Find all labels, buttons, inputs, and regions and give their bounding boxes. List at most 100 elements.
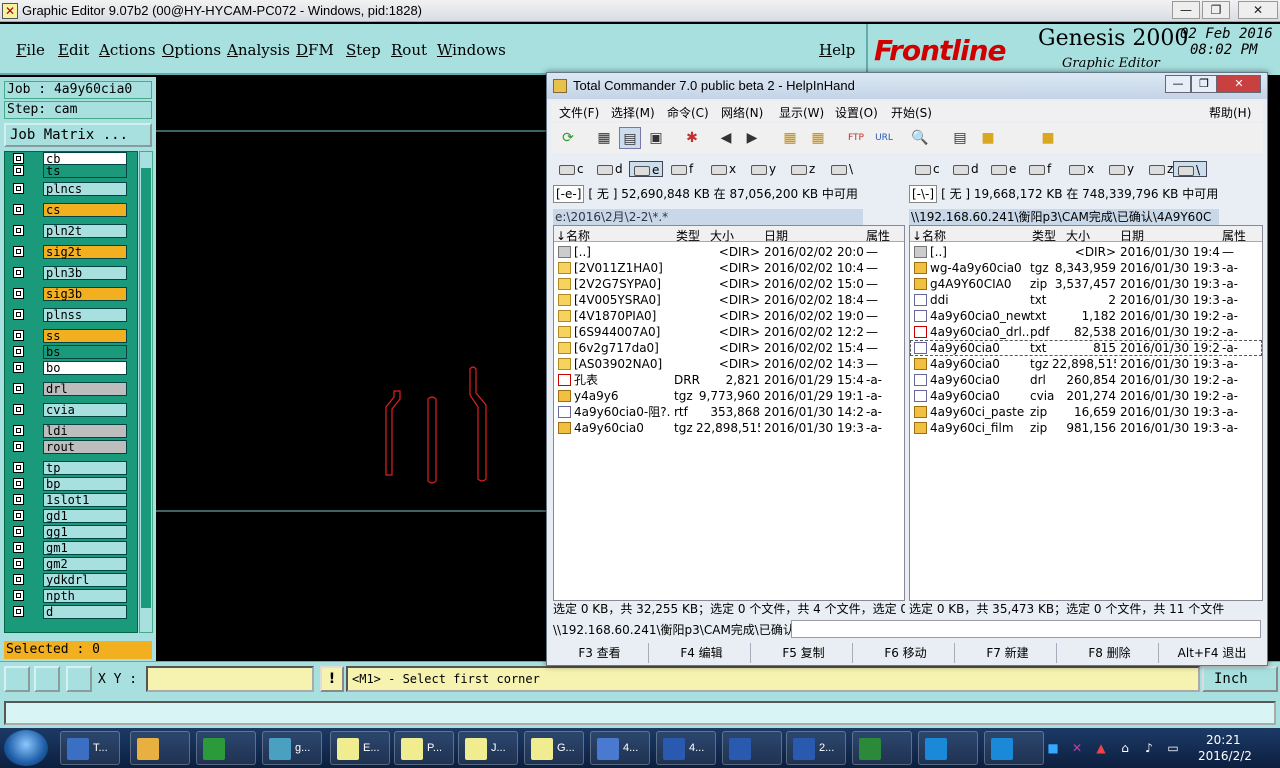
layer-checkbox[interactable] bbox=[13, 383, 24, 394]
layer-row-sig2t[interactable]: sig2t bbox=[7, 245, 127, 259]
layer-checkbox[interactable] bbox=[13, 362, 24, 373]
column-header[interactable]: 日期 bbox=[764, 227, 788, 244]
layer-name[interactable]: ldi bbox=[43, 424, 127, 438]
layer-name[interactable]: npth bbox=[43, 589, 127, 603]
input-method-icon[interactable]: ▭ bbox=[1166, 741, 1180, 755]
drive-x[interactable]: x bbox=[707, 161, 736, 177]
left-drive-dropdown[interactable]: [-e-] bbox=[553, 185, 585, 203]
column-header[interactable]: 大小 bbox=[710, 227, 734, 244]
layer-row-plnss[interactable]: plnss bbox=[7, 308, 127, 322]
layer-name[interactable]: tp bbox=[43, 461, 127, 475]
ftp-icon[interactable]: FTP bbox=[845, 127, 867, 149]
layer-name[interactable]: ss bbox=[43, 329, 127, 343]
drive-y[interactable]: y bbox=[747, 161, 776, 177]
layer-checkbox[interactable] bbox=[13, 574, 24, 585]
minimize-button[interactable]: — bbox=[1172, 1, 1200, 19]
column-header[interactable]: 类型 bbox=[1032, 227, 1056, 244]
taskbar-button[interactable] bbox=[130, 731, 190, 765]
right-drive-dropdown[interactable]: [-\-] bbox=[909, 185, 938, 203]
menu-actions[interactable]: Actions bbox=[99, 41, 155, 59]
clock-time[interactable]: 20:21 bbox=[1206, 733, 1241, 747]
url-icon[interactable]: URL bbox=[873, 127, 895, 149]
drive-x[interactable]: x bbox=[1065, 161, 1094, 177]
units-selector[interactable]: Inch bbox=[1202, 666, 1278, 692]
layer-name[interactable]: pln3b bbox=[43, 266, 127, 280]
drive-network[interactable]: \ bbox=[1173, 161, 1207, 177]
file-row[interactable]: [4V005YSRA0] <DIR> 2016/02/02 18:42— bbox=[554, 292, 904, 308]
flag-icon[interactable]: ▲ bbox=[1094, 741, 1108, 755]
layer-checkbox[interactable] bbox=[13, 183, 24, 194]
taskbar-button[interactable]: 4... bbox=[590, 731, 650, 765]
tc-menu-view[interactable]: 显示(W) bbox=[779, 104, 824, 121]
menu-help[interactable]: Help bbox=[819, 41, 855, 59]
drive-c[interactable]: c bbox=[911, 161, 940, 177]
start-button[interactable] bbox=[4, 730, 48, 766]
file-row[interactable]: 4a9y60cia0 tgz 22,898,515 2016/01/30 19:30-… bbox=[554, 420, 904, 436]
column-header[interactable]: 日期 bbox=[1120, 227, 1144, 244]
f5-copy-button[interactable]: F5 复制 bbox=[755, 643, 853, 663]
layer-checkbox[interactable] bbox=[13, 590, 24, 601]
drive-f[interactable]: f bbox=[1025, 161, 1051, 177]
f7-mkdir-button[interactable]: F7 新建 bbox=[959, 643, 1057, 663]
close-button[interactable]: ✕ bbox=[1238, 1, 1278, 19]
layer-checkbox[interactable] bbox=[13, 246, 24, 257]
file-row[interactable]: [4V1870PIA0] <DIR> 2016/02/02 19:00— bbox=[554, 308, 904, 324]
drive-d[interactable]: d bbox=[593, 161, 623, 177]
graphic-canvas[interactable] bbox=[156, 77, 548, 661]
layer-name[interactable]: bs bbox=[43, 345, 127, 359]
column-header[interactable]: 属性 bbox=[1222, 227, 1246, 244]
drive-e[interactable]: e bbox=[629, 161, 663, 177]
tc-maximize-button[interactable]: ❐ bbox=[1191, 75, 1217, 93]
layer-row-ydkdrl[interactable]: ydkdrl bbox=[7, 573, 127, 587]
thumbnail-view-icon[interactable]: ▣ bbox=[645, 127, 667, 149]
drive-c[interactable]: c bbox=[555, 161, 584, 177]
layer-row-gd1[interactable]: gd1 bbox=[7, 509, 127, 523]
layer-checkbox[interactable] bbox=[13, 478, 24, 489]
tc-menu-file[interactable]: 文件(F) bbox=[559, 104, 599, 121]
layer-list-scrollbar[interactable] bbox=[139, 151, 153, 633]
layer-checkbox[interactable] bbox=[13, 526, 24, 537]
layer-name[interactable]: plnss bbox=[43, 308, 127, 322]
layer-name[interactable]: drl bbox=[43, 382, 127, 396]
taskbar-button[interactable]: 4... bbox=[656, 731, 716, 765]
drive-f[interactable]: f bbox=[667, 161, 693, 177]
column-header[interactable]: 大小 bbox=[1066, 227, 1090, 244]
tc-menu-network[interactable]: 网络(N) bbox=[721, 104, 763, 121]
file-row[interactable]: [6S944007A0] <DIR> 2016/02/02 12:20— bbox=[554, 324, 904, 340]
left-path[interactable]: e:\2016\2月\2-2\*.* bbox=[553, 209, 863, 225]
layer-row-gg1[interactable]: gg1 bbox=[7, 525, 127, 539]
taskbar-button[interactable] bbox=[852, 731, 912, 765]
layer-checkbox[interactable] bbox=[13, 404, 24, 415]
right-path[interactable]: \\192.168.60.241\衡阳p3\CAM完成\已确认\4A9Y60C bbox=[909, 209, 1219, 225]
file-row[interactable]: 4a9y60cia0-阻?. rtf 353,868 2016/01/30 14:28… bbox=[554, 404, 904, 420]
layer-name[interactable]: bp bbox=[43, 477, 127, 491]
file-row[interactable]: 4a9y60ci_paste zip 16,659 2016/01/30 19:30-… bbox=[910, 404, 1262, 420]
layer-row-ts[interactable]: ts bbox=[7, 164, 127, 178]
layer-row-bp[interactable]: bp bbox=[7, 477, 127, 491]
layer-name[interactable]: ydkdrl bbox=[43, 573, 127, 587]
layer-name[interactable]: pln2t bbox=[43, 224, 127, 238]
layer-row-gm1[interactable]: gm1 bbox=[7, 541, 127, 555]
layer-name[interactable]: rout bbox=[43, 440, 127, 454]
invert-selection-icon[interactable]: ✱ bbox=[681, 127, 703, 149]
file-row[interactable]: ddi txt 2 2016/01/30 19:30 -a- bbox=[910, 292, 1262, 308]
layer-checkbox[interactable] bbox=[13, 204, 24, 215]
file-row[interactable]: [6v2g717da0] <DIR> 2016/02/02 15:43— bbox=[554, 340, 904, 356]
file-row[interactable]: 4a9y60cia0 tgz 22,898,515 2016/01/30 19:30-… bbox=[910, 356, 1262, 372]
file-row[interactable]: [AS03902NA0] <DIR> 2016/02/02 14:39— bbox=[554, 356, 904, 372]
taskbar-button[interactable]: g... bbox=[262, 731, 322, 765]
taskbar-button[interactable] bbox=[984, 731, 1044, 765]
network-icon[interactable]: ■ bbox=[1046, 741, 1060, 755]
drive-d[interactable]: d bbox=[949, 161, 979, 177]
volume-icon[interactable]: ♪ bbox=[1142, 741, 1156, 755]
tc-menu-start[interactable]: 开始(S) bbox=[891, 104, 932, 121]
drive-e[interactable]: e bbox=[987, 161, 1016, 177]
scrollbar-thumb[interactable] bbox=[141, 168, 151, 608]
layer-row-ss[interactable]: ss bbox=[7, 329, 127, 343]
unpack-icon[interactable]: ▦ bbox=[807, 127, 829, 149]
layer-checkbox[interactable] bbox=[13, 309, 24, 320]
back-icon[interactable]: ◀ bbox=[715, 127, 737, 149]
layer-checkbox[interactable] bbox=[13, 288, 24, 299]
file-row[interactable]: 4a9y60cia0 drl 260,854 2016/01/30 19:29 -a- bbox=[910, 372, 1262, 388]
taskbar-button[interactable] bbox=[918, 731, 978, 765]
